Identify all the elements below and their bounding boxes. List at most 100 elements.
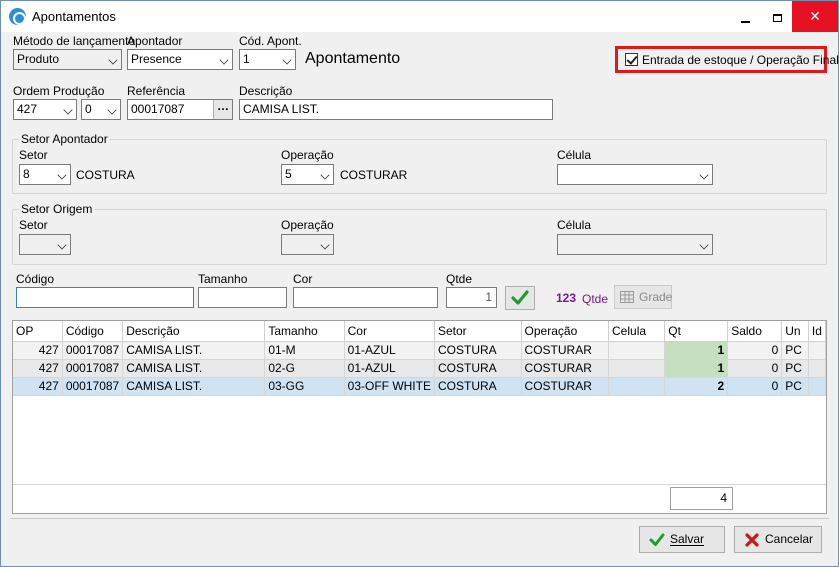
operacao-value: 5 <box>285 167 292 181</box>
cell-codigo: 00017087 <box>62 377 124 396</box>
celula-label: Célula <box>557 148 592 162</box>
save-button[interactable]: Salvar <box>639 526 725 553</box>
ordem-select[interactable]: 427 <box>13 99 77 120</box>
setor-select[interactable]: 8 <box>19 164 71 185</box>
chevron-down-icon <box>57 240 67 250</box>
setor-name: COSTURA <box>76 168 135 182</box>
chevron-down-icon <box>320 240 330 250</box>
close-button[interactable]: ✕ <box>792 1 838 32</box>
entrada-estoque-label: Entrada de estoque / Operação Final <box>642 53 839 67</box>
cell-op: 427 <box>13 359 63 378</box>
chevron-down-icon <box>107 105 117 115</box>
minimize-button[interactable] <box>731 1 759 32</box>
table-row[interactable]: 427 00017087 CAMISA LIST. 03-GG 03-OFF W… <box>13 377 827 396</box>
cell-id <box>808 341 827 360</box>
cell-descricao: CAMISA LIST. <box>122 359 266 378</box>
referencia-label: Referência <box>127 84 186 98</box>
cor-input[interactable] <box>293 287 438 308</box>
cell-qt[interactable]: 1 <box>664 359 729 378</box>
operacao-label: Operação <box>281 148 334 162</box>
chevron-down-icon <box>282 55 292 65</box>
cell-codigo: 00017087 <box>62 359 124 378</box>
cell-codigo: 00017087 <box>62 341 124 360</box>
grid-header: OP Código Descrição Tamanho Cor Setor Op… <box>13 321 827 342</box>
col-header[interactable]: Descrição <box>122 321 266 342</box>
descricao-value: CAMISA LIST. <box>243 102 320 116</box>
setor-value: 8 <box>23 167 30 181</box>
close-icon <box>745 533 759 547</box>
tamanho-input[interactable] <box>198 287 287 308</box>
apontador-select[interactable]: Presence <box>127 49 233 70</box>
cell-id <box>808 377 827 396</box>
cell-qt[interactable]: 2 <box>664 377 729 396</box>
cell-descricao: CAMISA LIST. <box>122 377 266 396</box>
cancel-button[interactable]: Cancelar <box>734 526 822 553</box>
table-row[interactable]: 427 00017087 CAMISA LIST. 02-G 01-AZUL C… <box>13 359 827 378</box>
save-label: Salvar <box>670 532 705 546</box>
col-header[interactable]: Un <box>781 321 809 342</box>
cell-un: PC <box>781 341 809 360</box>
setor-apontador-title: Setor Apontador <box>19 132 110 146</box>
origem-celula-label: Célula <box>557 218 592 232</box>
apontamento-text: Apontamento <box>305 50 401 67</box>
setor-label: Setor <box>19 148 48 162</box>
col-header[interactable]: Qt <box>664 321 729 342</box>
ordem-sub-select[interactable]: 0 <box>81 99 121 120</box>
qtde-value: 1 <box>485 290 492 304</box>
cor-label: Cor <box>293 272 313 286</box>
grade-label: Grade <box>639 290 673 304</box>
chevron-down-icon <box>108 55 118 65</box>
entrada-estoque-checkbox[interactable] <box>625 53 638 66</box>
cancel-label: Cancelar <box>765 532 814 546</box>
celula-select[interactable] <box>557 164 713 185</box>
col-header[interactable]: OP <box>13 321 63 342</box>
items-grid[interactable]: OP Código Descrição Tamanho Cor Setor Op… <box>12 320 827 514</box>
ellipsis-button[interactable]: … <box>213 100 232 119</box>
col-header[interactable]: Setor <box>434 321 522 342</box>
cell-tamanho: 01-M <box>264 341 345 360</box>
cell-celula <box>608 377 666 396</box>
cell-descricao: CAMISA LIST. <box>122 341 266 360</box>
chevron-down-icon <box>219 55 229 65</box>
cell-qt[interactable]: 1 <box>664 341 729 360</box>
col-header[interactable]: Código <box>62 321 124 342</box>
cod-apont-select[interactable]: 1 <box>239 49 296 70</box>
origem-celula-select[interactable] <box>557 234 713 255</box>
cell-op: 427 <box>13 377 63 396</box>
table-row[interactable]: 427 00017087 CAMISA LIST. 01-M 01-AZUL C… <box>13 341 827 360</box>
counter-unit: Qtde <box>582 292 609 306</box>
total-qt: 4 <box>670 487 733 510</box>
metodo-value: Produto <box>17 52 60 66</box>
grid-icon <box>620 291 634 303</box>
chevron-down-icon <box>699 170 709 180</box>
footer-divider <box>13 484 826 485</box>
checkmark-icon <box>511 290 529 305</box>
cell-saldo: 0 <box>727 359 783 378</box>
codigo-input[interactable] <box>16 287 194 308</box>
descricao-input[interactable]: CAMISA LIST. <box>239 99 553 120</box>
col-header[interactable]: Id <box>808 321 827 342</box>
col-header[interactable]: Tamanho <box>264 321 345 342</box>
origem-setor-label: Setor <box>19 218 48 232</box>
origem-setor-select[interactable] <box>19 234 71 255</box>
cell-saldo: 0 <box>727 341 783 360</box>
cell-cor: 01-AZUL <box>344 359 435 378</box>
cell-operacao: COSTURAR <box>521 377 610 396</box>
descricao-label: Descrição <box>239 84 293 98</box>
grade-button[interactable]: Grade <box>614 285 672 309</box>
metodo-select[interactable]: Produto <box>13 49 122 70</box>
confirm-button[interactable] <box>505 286 535 310</box>
apontador-label: Apontador <box>127 34 183 48</box>
maximize-button[interactable] <box>763 1 791 32</box>
col-header[interactable]: Operação <box>521 321 610 342</box>
checkmark-icon <box>649 533 665 546</box>
col-header[interactable]: Saldo <box>727 321 783 342</box>
cell-setor: COSTURA <box>434 341 522 360</box>
origem-operacao-select[interactable] <box>281 234 334 255</box>
col-header[interactable]: Celula <box>608 321 666 342</box>
col-header[interactable]: Cor <box>344 321 435 342</box>
qtde-input[interactable]: 1 <box>446 287 497 308</box>
operacao-select[interactable]: 5 <box>281 164 334 185</box>
cell-operacao: COSTURAR <box>521 359 610 378</box>
cell-un: PC <box>781 359 809 378</box>
